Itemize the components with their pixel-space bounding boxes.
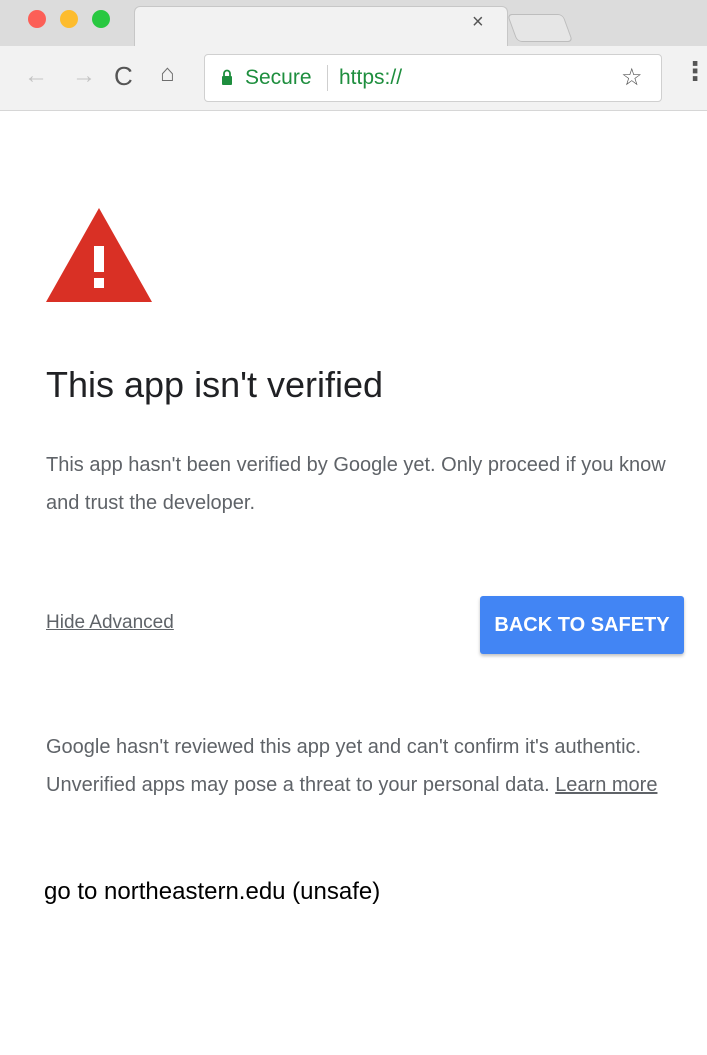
browser-menu-icon[interactable]: ⋮ <box>682 58 707 84</box>
back-arrow-icon[interactable]: ← <box>24 62 48 90</box>
browser-toolbar: ← → C ⌂ Secure https:// ☆ ⋮ <box>0 46 707 111</box>
tab-close-icon[interactable]: × <box>472 12 484 32</box>
close-window-button[interactable] <box>28 10 46 28</box>
advanced-warning-body: Google hasn't reviewed this app yet and … <box>46 736 642 796</box>
intro-text: This app hasn't been verified by Google … <box>46 454 666 514</box>
new-tab-button[interactable] <box>506 14 574 42</box>
address-divider <box>327 65 328 91</box>
hide-advanced-link[interactable]: Hide Advanced <box>46 612 174 634</box>
browser-titlebar: × <box>0 0 707 47</box>
address-bar[interactable]: Secure https:// ☆ <box>204 54 662 102</box>
secure-label: Secure <box>245 66 312 89</box>
active-tab[interactable] <box>134 6 508 47</box>
reload-icon[interactable]: C <box>114 62 133 90</box>
proceed-unsafe-link[interactable]: go to northeastern.edu (unsafe) <box>44 878 380 906</box>
advanced-warning-text: Google hasn't reviewed this app yet and … <box>46 728 686 804</box>
learn-more-link[interactable]: Learn more <box>555 774 657 796</box>
maximize-window-button[interactable] <box>92 10 110 28</box>
lock-icon <box>222 69 232 85</box>
home-icon[interactable]: ⌂ <box>160 60 175 88</box>
minimize-window-button[interactable] <box>60 10 78 28</box>
warning-triangle-icon <box>46 208 152 302</box>
bookmark-star-icon[interactable]: ☆ <box>621 63 643 92</box>
forward-arrow-icon[interactable]: → <box>72 62 96 90</box>
page-title: This app isn't verified <box>46 364 384 405</box>
url-text[interactable]: https:// <box>339 66 402 90</box>
back-to-safety-button[interactable]: BACK TO SAFETY <box>480 596 684 654</box>
